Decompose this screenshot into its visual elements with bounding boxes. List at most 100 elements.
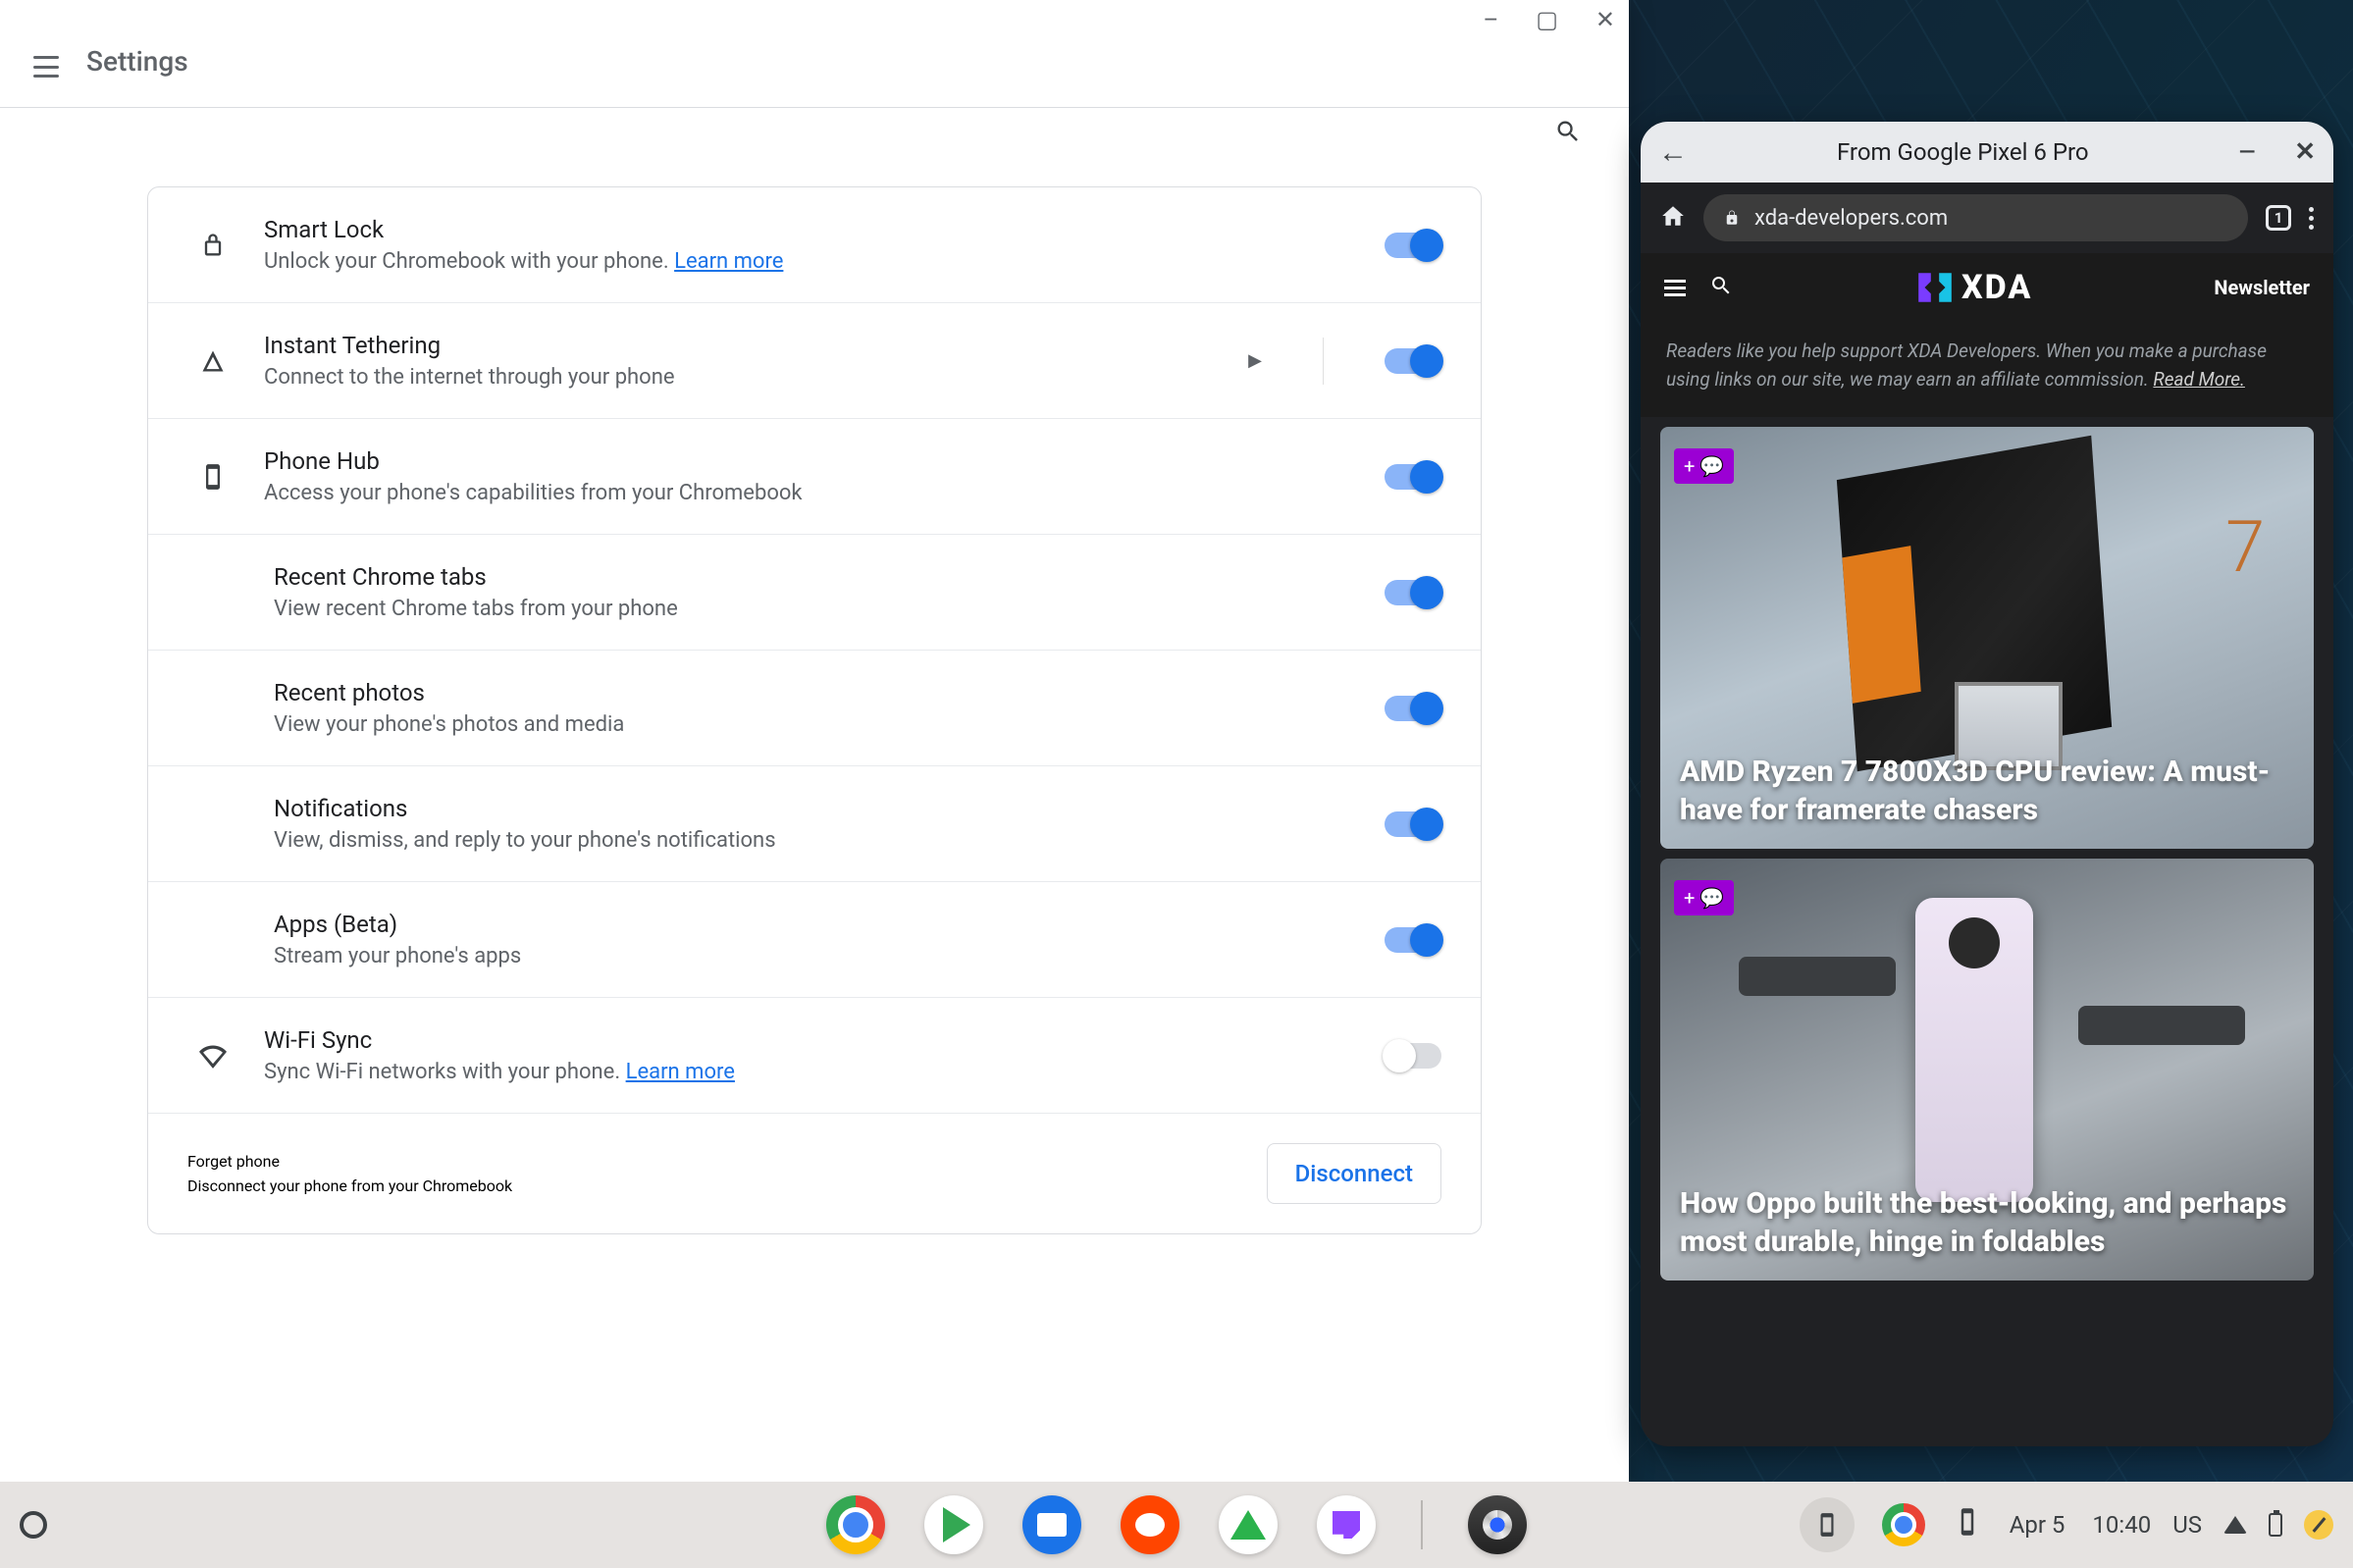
- row-title: Instant Tethering: [264, 332, 1215, 359]
- row-desc: Unlock your Chromebook with your phone. …: [264, 249, 1351, 274]
- status-time: 10:40: [2092, 1511, 2151, 1539]
- status-area[interactable]: Apr 5 10:40 US: [1800, 1497, 2333, 1552]
- row-desc: Access your phone's capabilities from yo…: [264, 481, 1351, 505]
- lock-icon: [195, 232, 231, 259]
- home-icon[interactable]: [1660, 203, 1686, 233]
- row-recent-photos: Recent photos View your phone's photos a…: [148, 651, 1481, 766]
- shelf: Apr 5 10:40 US: [0, 1482, 2353, 1568]
- row-forget-phone: Forget phone Disconnect your phone from …: [148, 1114, 1481, 1233]
- window-controls: – ▢ ✕: [1483, 8, 1615, 31]
- xda-logo[interactable]: XDA: [1756, 267, 2190, 308]
- status-locale: US: [2172, 1511, 2202, 1539]
- xda-search-icon[interactable]: [1709, 274, 1733, 301]
- app-play-store[interactable]: [924, 1495, 983, 1554]
- learn-more-link[interactable]: Learn more: [626, 1060, 735, 1084]
- search-icon[interactable]: [1554, 118, 1582, 145]
- learn-more-link[interactable]: Learn more: [674, 249, 783, 274]
- xda-logo-icon: [1914, 267, 1956, 308]
- phone-urlbar: xda-developers.com: [1641, 183, 2333, 253]
- app-feedly[interactable]: [1219, 1495, 1278, 1554]
- row-desc: View recent Chrome tabs from your phone: [274, 597, 1351, 621]
- apps-toggle[interactable]: [1385, 927, 1441, 953]
- row-desc: Stream your phone's apps: [274, 944, 1351, 968]
- wifi-sync-toggle[interactable]: [1385, 1043, 1441, 1069]
- read-more-link[interactable]: Read More.: [2153, 368, 2245, 391]
- row-smart-lock: Smart Lock Unlock your Chromebook with y…: [148, 187, 1481, 303]
- launcher-button[interactable]: [20, 1511, 47, 1539]
- row-title: Apps (Beta): [274, 911, 1351, 938]
- address-bar[interactable]: xda-developers.com: [1703, 194, 2248, 241]
- row-title: Forget phone: [187, 1152, 512, 1171]
- status-date: Apr 5: [2010, 1511, 2065, 1539]
- minimize-icon[interactable]: –: [1483, 8, 1498, 31]
- app-settings[interactable]: [1468, 1495, 1527, 1554]
- row-title: Smart Lock: [264, 216, 1351, 243]
- row-apps-beta: Apps (Beta) Stream your phone's apps: [148, 882, 1481, 998]
- phone-hub-tray-icon[interactable]: [1800, 1497, 1855, 1552]
- tab-count-icon[interactable]: [2266, 205, 2291, 231]
- phone-icon: [195, 463, 231, 491]
- app-twitch[interactable]: [1317, 1495, 1376, 1554]
- recent-tabs-toggle[interactable]: [1385, 580, 1441, 605]
- row-title: Recent Chrome tabs: [274, 563, 1351, 591]
- stylus-icon[interactable]: [2304, 1510, 2333, 1540]
- row-desc: View, dismiss, and reply to your phone's…: [274, 828, 1351, 853]
- article-headline: AMD Ryzen 7 7800X3D CPU review: A must-h…: [1680, 753, 2294, 829]
- notifications-toggle[interactable]: [1385, 811, 1441, 837]
- row-phone-hub: Phone Hub Access your phone's capabiliti…: [148, 419, 1481, 535]
- maximize-icon[interactable]: ▢: [1536, 8, 1558, 31]
- close-icon[interactable]: ✕: [2294, 137, 2316, 167]
- shelf-separator: [1421, 1500, 1423, 1549]
- chrome-tray-icon[interactable]: [1882, 1503, 1925, 1546]
- comments-badge: + 💬: [1674, 448, 1734, 484]
- tethering-toggle[interactable]: [1385, 348, 1441, 374]
- affiliate-notice: Readers like you help support XDA Develo…: [1641, 322, 2333, 417]
- row-desc: Disconnect your phone from your Chromebo…: [187, 1176, 512, 1195]
- row-recent-tabs: Recent Chrome tabs View recent Chrome ta…: [148, 535, 1481, 651]
- chevron-right-icon: ▶: [1248, 350, 1262, 371]
- disconnect-button[interactable]: Disconnect: [1267, 1143, 1441, 1204]
- minimize-icon[interactable]: –: [2238, 135, 2258, 170]
- xda-header: XDA Newsletter: [1641, 253, 2333, 322]
- phone-titlebar: ← From Google Pixel 6 Pro – ✕: [1641, 122, 2333, 183]
- row-title: Recent photos: [274, 679, 1351, 706]
- phone-window-title: From Google Pixel 6 Pro: [1705, 138, 2221, 166]
- app-chrome[interactable]: [826, 1495, 885, 1554]
- shelf-apps: [826, 1495, 1527, 1554]
- url-text: xda-developers.com: [1754, 206, 1948, 231]
- row-desc: Sync Wi-Fi networks with your phone. Lea…: [264, 1060, 1351, 1084]
- nearby-phone-icon[interactable]: [1953, 1507, 1982, 1542]
- comments-badge: + 💬: [1674, 880, 1734, 915]
- recent-photos-toggle[interactable]: [1385, 696, 1441, 721]
- row-wifi-sync: Wi-Fi Sync Sync Wi-Fi networks with your…: [148, 998, 1481, 1114]
- connected-phone-card: Smart Lock Unlock your Chromebook with y…: [147, 186, 1482, 1234]
- menu-icon[interactable]: [33, 56, 59, 78]
- row-title: Wi-Fi Sync: [264, 1026, 1351, 1054]
- newsletter-link[interactable]: Newsletter: [2214, 276, 2310, 299]
- article-ryzen[interactable]: 7 + 💬 AMD Ryzen 7 7800X3D CPU review: A …: [1660, 427, 2314, 849]
- row-title: Notifications: [274, 795, 1351, 822]
- xda-wordmark: XDA: [1961, 268, 2032, 307]
- app-files[interactable]: [1022, 1495, 1081, 1554]
- app-reddit[interactable]: [1121, 1495, 1179, 1554]
- wifi-sync-icon: [195, 1042, 231, 1070]
- xda-menu-icon[interactable]: [1664, 276, 1686, 300]
- row-notifications: Notifications View, dismiss, and reply t…: [148, 766, 1481, 882]
- overflow-menu-icon[interactable]: [2309, 207, 2314, 230]
- smart-lock-toggle[interactable]: [1385, 233, 1441, 258]
- row-instant-tethering[interactable]: Instant Tethering Connect to the interne…: [148, 303, 1481, 419]
- row-desc: Connect to the internet through your pho…: [264, 365, 1215, 390]
- settings-window: – ▢ ✕ Settings Smart Lock Unlock your Ch…: [0, 0, 1629, 1482]
- row-desc: View your phone's photos and media: [274, 712, 1351, 737]
- back-icon[interactable]: ←: [1658, 135, 1688, 170]
- phone-hub-toggle[interactable]: [1385, 464, 1441, 490]
- row-title: Phone Hub: [264, 447, 1351, 475]
- settings-appbar: Settings: [0, 0, 1629, 108]
- close-icon[interactable]: ✕: [1595, 8, 1615, 31]
- article-oppo[interactable]: + 💬 How Oppo built the best-looking, and…: [1660, 859, 2314, 1281]
- lock-icon: [1723, 209, 1741, 227]
- wifi-icon: [2223, 1516, 2247, 1534]
- battery-icon: [2269, 1513, 2282, 1537]
- article-headline: How Oppo built the best-looking, and per…: [1680, 1184, 2294, 1261]
- page-title: Settings: [86, 45, 188, 78]
